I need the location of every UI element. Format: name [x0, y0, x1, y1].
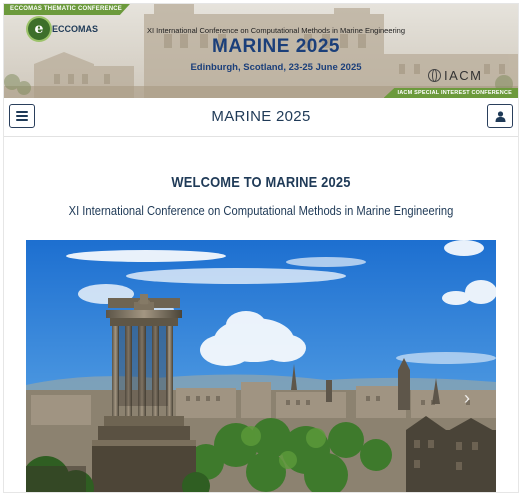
iacm-globe-icon — [428, 69, 441, 82]
hero-carousel[interactable]: › — [26, 240, 496, 492]
conference-banner[interactable]: ECCOMAS THEMATIC CONFERENCE e ECCOMAS XI… — [4, 4, 518, 98]
edinburgh-skyline-photo — [26, 240, 496, 492]
page-title: WELCOME TO MARINE 2025 — [171, 174, 351, 191]
chevron-right-icon[interactable]: › — [464, 388, 470, 409]
eccomas-logo[interactable]: e ECCOMAS — [28, 18, 98, 40]
banner-location-dates: Edinburgh, Scotland, 23-25 June 2025 — [190, 62, 362, 73]
banner-conference-full-name: XI International Conference on Computati… — [146, 26, 406, 35]
iacm-logo[interactable]: IACM — [428, 68, 483, 83]
banner-conference-short-name: MARINE 2025 — [212, 36, 340, 57]
top-navbar: MARINE 2025 — [4, 98, 518, 137]
user-account-button[interactable] — [487, 104, 513, 128]
page-frame: ECCOMAS THEMATIC CONFERENCE e ECCOMAS XI… — [4, 4, 518, 492]
iacm-special-interest-tag: IACM SPECIAL INTEREST CONFERENCE — [383, 88, 518, 98]
eccomas-logo-mark-icon: e — [28, 18, 50, 40]
eccomas-logo-text: ECCOMAS — [52, 24, 99, 34]
navbar-title[interactable]: MARINE 2025 — [4, 98, 518, 136]
iacm-logo-text: IACM — [444, 68, 483, 83]
user-icon — [495, 110, 505, 122]
page-subtitle: XI International Conference on Computati… — [68, 203, 454, 218]
eccomas-thematic-tag: ECCOMAS THEMATIC CONFERENCE — [4, 4, 130, 15]
